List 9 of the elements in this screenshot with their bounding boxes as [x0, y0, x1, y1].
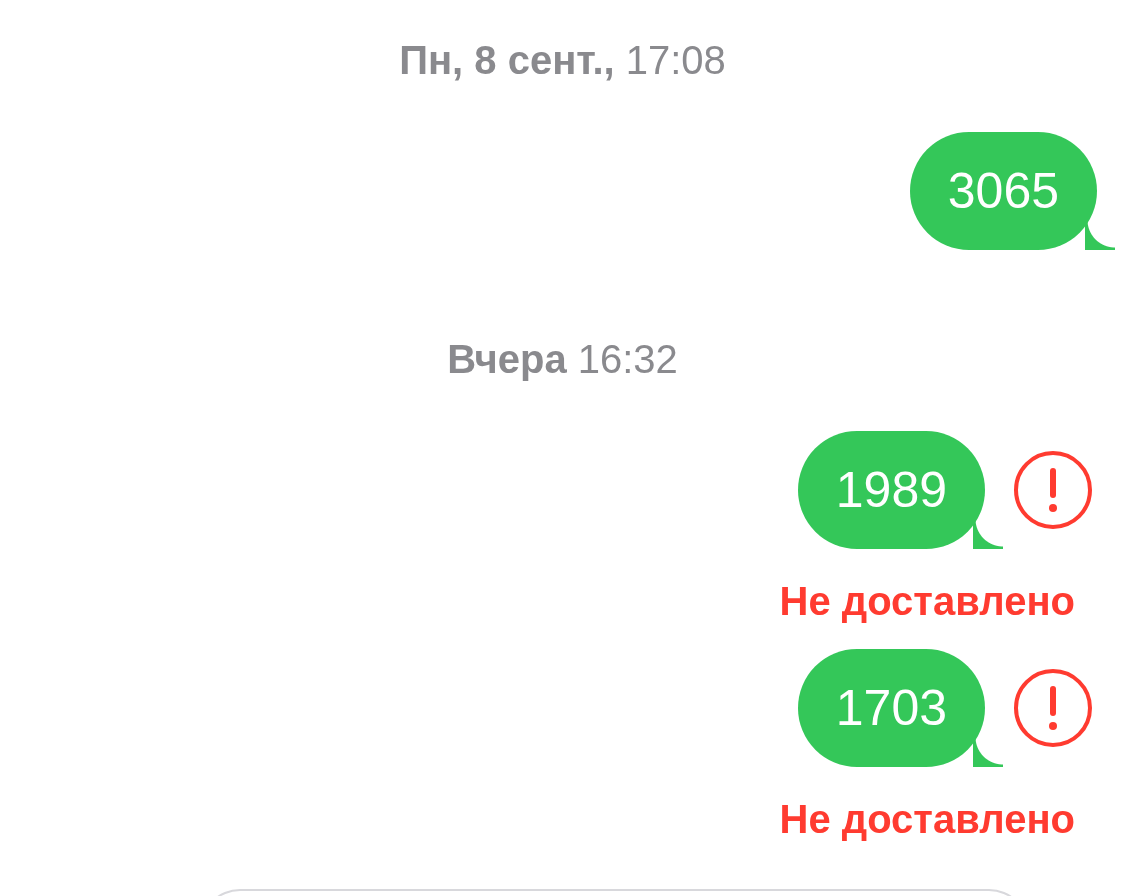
- message-bubble: 3065: [909, 132, 1115, 250]
- message-bubble: 1989: [797, 431, 1003, 549]
- timestamp: Пн, 8 сент., 17:08: [398, 37, 727, 84]
- error-icon[interactable]: [1013, 668, 1093, 748]
- delivery-status: Не доставлено: [779, 797, 1075, 841]
- timestamp: Вчера 16:32: [446, 336, 679, 383]
- message-bubble: 1703: [797, 649, 1003, 767]
- delivery-status: Не доставлено: [779, 579, 1075, 623]
- error-icon[interactable]: [1013, 450, 1093, 530]
